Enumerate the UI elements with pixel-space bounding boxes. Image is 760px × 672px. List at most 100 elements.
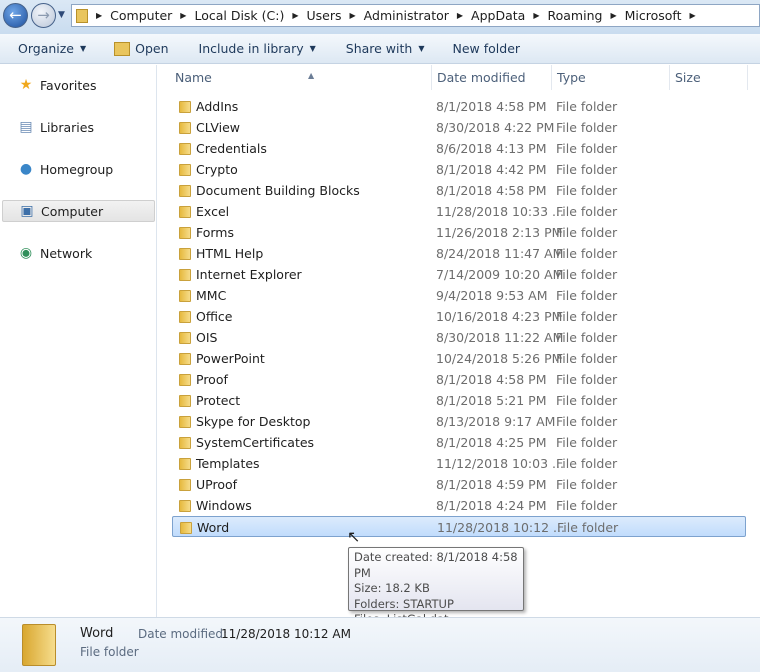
folder-icon <box>179 101 191 113</box>
column-header-date-modified[interactable]: Date modified <box>432 65 552 90</box>
sidebar-item-libraries[interactable]: ▤ Libraries <box>2 116 155 138</box>
organize-button[interactable]: Organize ▼ <box>18 41 86 56</box>
new-folder-button[interactable]: New folder <box>453 41 521 56</box>
chevron-right-icon[interactable]: ▶ <box>610 11 616 20</box>
file-date-modified: 7/14/2009 10:20 AM <box>436 267 564 282</box>
sidebar-item-computer[interactable]: ▣ Computer <box>2 200 155 222</box>
file-row[interactable]: Skype for Desktop 8/13/2018 9:17 AM File f… <box>172 411 746 432</box>
file-type: File folder <box>556 225 618 240</box>
back-button[interactable]: ← <box>3 3 28 28</box>
share-with-button[interactable]: Share with ▼ <box>346 41 425 56</box>
file-type: File folder <box>556 393 618 408</box>
file-type: File folder <box>556 162 618 177</box>
file-row[interactable]: PowerPoint 10/24/2018 5:26 PM File folder <box>172 348 746 369</box>
folder-icon <box>179 479 191 491</box>
folder-icon <box>179 395 191 407</box>
include-in-library-button[interactable]: Include in library ▼ <box>199 41 316 56</box>
file-row[interactable]: Internet Explorer 7/14/2009 10:20 AM File … <box>172 264 746 285</box>
chevron-down-icon: ▼ <box>80 44 87 53</box>
sidebar-item-homegroup[interactable]: ● Homegroup <box>2 158 155 180</box>
file-name: Windows <box>196 498 252 513</box>
file-row[interactable]: Protect 8/1/2018 5:21 PM File folder <box>172 390 746 411</box>
breadcrumb-administrator[interactable]: ▶ Administrator <box>350 8 457 23</box>
chevron-right-icon[interactable]: ▶ <box>533 11 539 20</box>
file-date-modified: 10/24/2018 5:26 PM <box>436 351 563 366</box>
folder-icon <box>179 164 191 176</box>
file-name: Document Building Blocks <box>196 183 360 198</box>
breadcrumb-local-disk-c-[interactable]: ▶ Local Disk (C:) <box>180 8 292 23</box>
file-row[interactable]: SystemCertificates 8/1/2018 4:25 PM File f… <box>172 432 746 453</box>
chevron-right-icon[interactable]: ▶ <box>689 11 695 20</box>
column-header-size[interactable]: Size <box>670 65 748 90</box>
file-row[interactable]: AddIns 8/1/2018 4:58 PM File folder <box>172 96 746 117</box>
file-row[interactable]: Templates 11/12/2018 10:03 ... File folder <box>172 453 746 474</box>
chevron-right-icon[interactable]: ▶ <box>180 11 186 20</box>
file-date-modified: 8/30/2018 11:22 AM <box>436 330 564 345</box>
file-row[interactable]: Excel 11/28/2018 10:33 ... File folder <box>172 201 746 222</box>
libraries-icon: ▤ <box>19 119 33 135</box>
file-row[interactable]: Credentials 8/6/2018 4:13 PM File folder <box>172 138 746 159</box>
file-name: Office <box>196 309 233 324</box>
file-date-modified: 8/30/2018 4:22 PM <box>436 120 555 135</box>
breadcrumb-users[interactable]: ▶ Users <box>292 8 349 23</box>
file-row[interactable]: CLView 8/30/2018 4:22 PM File folder <box>172 117 746 138</box>
chevron-right-icon[interactable]: ▶ <box>350 11 356 20</box>
file-type: File folder <box>556 246 618 261</box>
file-date-modified: 11/28/2018 10:12 ... <box>437 520 565 535</box>
computer-icon: ▣ <box>20 203 34 219</box>
file-row[interactable]: OIS 8/30/2018 11:22 AM File folder <box>172 327 746 348</box>
chevron-right-icon[interactable]: ▶ <box>457 11 463 20</box>
folder-icon <box>179 353 191 365</box>
address-bar[interactable]: ▶ Computer ▶ Local Disk (C:) ▶ Users ▶ Administ… <box>71 4 760 27</box>
file-name: Excel <box>196 204 230 219</box>
file-row[interactable]: UProof 8/1/2018 4:59 PM File folder <box>172 474 746 495</box>
mouse-cursor-icon: ↖ <box>347 527 361 546</box>
command-bar: Organize ▼ Open Include in library ▼ Share… <box>0 34 760 64</box>
folder-icon <box>179 122 191 134</box>
sidebar-item-favorites[interactable]: ★ Favorites <box>2 74 155 96</box>
folder-icon <box>22 624 56 666</box>
file-type: File folder <box>556 498 618 513</box>
file-row[interactable]: Document Building Blocks 8/1/2018 4:58 PM… <box>172 180 746 201</box>
file-type: File folder <box>556 351 618 366</box>
breadcrumb-microsoft[interactable]: ▶ Microsoft <box>610 8 689 23</box>
file-type: File folder <box>556 456 618 471</box>
file-name: MMC <box>196 288 227 303</box>
chevron-down-icon: ▼ <box>418 44 425 53</box>
file-row[interactable]: MMC 9/4/2018 9:53 AM File folder <box>172 285 746 306</box>
folder-tooltip: Date created: 8/1/2018 4:58 PM Size: 18.… <box>348 547 524 626</box>
file-date-modified: 8/1/2018 4:58 PM <box>436 99 547 114</box>
folder-icon <box>179 416 191 428</box>
folder-icon <box>179 311 191 323</box>
sidebar-item-network[interactable]: ◉ Network <box>2 242 155 264</box>
file-date-modified: 8/1/2018 4:58 PM <box>436 183 547 198</box>
breadcrumb-computer[interactable]: ▶ Computer <box>96 8 180 23</box>
recent-pages-dropdown[interactable]: ▼ <box>58 10 65 20</box>
breadcrumb-appdata[interactable]: ▶ AppData <box>457 8 533 23</box>
folder-icon <box>179 458 191 470</box>
file-type: File folder <box>556 288 618 303</box>
folder-icon <box>179 500 191 512</box>
file-row[interactable]: Windows 8/1/2018 4:24 PM File folder <box>172 495 746 516</box>
sort-ascending-icon: ▲ <box>308 71 315 80</box>
chevron-right-icon[interactable]: ▶ <box>292 11 298 20</box>
file-name: Templates <box>196 456 260 471</box>
folder-icon <box>179 290 191 302</box>
file-row[interactable]: Word 11/28/2018 10:12 ... File folder <box>172 516 746 537</box>
open-button[interactable]: Open <box>114 41 169 56</box>
file-row[interactable]: HTML Help 8/24/2018 11:47 AM File folder <box>172 243 746 264</box>
file-type: File folder <box>556 141 618 156</box>
file-date-modified: 11/26/2018 2:13 PM <box>436 225 563 240</box>
breadcrumb-roaming[interactable]: ▶ Roaming <box>533 8 610 23</box>
file-type: File folder <box>556 477 618 492</box>
file-row[interactable]: Crypto 8/1/2018 4:42 PM File folder <box>172 159 746 180</box>
file-name: Word <box>197 520 230 535</box>
column-header-name[interactable]: ▲ Name <box>170 65 432 90</box>
file-date-modified: 8/6/2018 4:13 PM <box>436 141 547 156</box>
chevron-right-icon[interactable]: ▶ <box>96 11 102 20</box>
file-row[interactable]: Proof 8/1/2018 4:58 PM File folder <box>172 369 746 390</box>
file-row[interactable]: Forms 11/26/2018 2:13 PM File folder <box>172 222 746 243</box>
file-row[interactable]: Office 10/16/2018 4:23 PM File folder <box>172 306 746 327</box>
column-header-type[interactable]: Type <box>552 65 670 90</box>
forward-button[interactable]: → <box>31 3 56 28</box>
